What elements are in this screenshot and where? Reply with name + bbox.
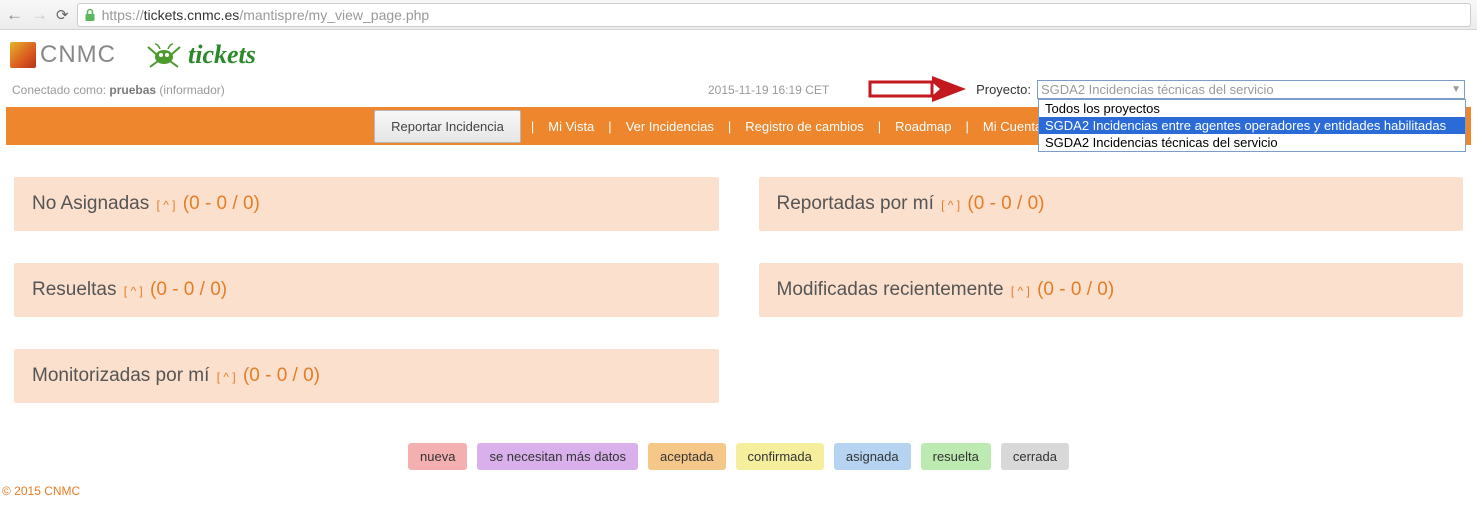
chevron-down-icon: ▼ xyxy=(1451,84,1461,95)
project-option[interactable]: SGDA2 Incidencias técnicas del servicio xyxy=(1039,134,1465,151)
mantis-icon xyxy=(144,41,184,69)
cnmc-logo-text: CNMC xyxy=(40,41,116,69)
box-reportadas[interactable]: Reportadas por mí [ ^ ] (0 - 0 / 0) xyxy=(759,177,1464,231)
legend-confirmada: confirmada xyxy=(736,443,824,470)
project-selector-area: Proyecto: SGDA2 Incidencias técnicas del… xyxy=(976,80,1465,99)
box-no-asignadas[interactable]: No Asignadas [ ^ ] (0 - 0 / 0) xyxy=(14,177,719,231)
legend-aceptada: aceptada xyxy=(648,443,726,470)
url-text: https://tickets.cnmc.es/mantispre/my_vie… xyxy=(102,7,430,23)
cnmc-square-icon xyxy=(10,42,36,68)
collapse-icon[interactable]: [ ^ ] xyxy=(939,198,962,212)
project-select[interactable]: SGDA2 Incidencias técnicas del servicio … xyxy=(1037,80,1465,99)
tickets-logo[interactable]: tickets xyxy=(144,40,256,70)
browser-toolbar: ← → ⟳ https://tickets.cnmc.es/mantispre/… xyxy=(0,0,1477,30)
nav-my-account[interactable]: Mi Cuenta xyxy=(979,119,1046,134)
collapse-icon[interactable]: [ ^ ] xyxy=(155,198,178,212)
project-label: Proyecto: xyxy=(976,82,1031,97)
dashboard-content: No Asignadas [ ^ ] (0 - 0 / 0) Resueltas… xyxy=(0,145,1477,413)
timestamp: 2015-11-19 16:19 CET xyxy=(708,83,829,97)
reload-button[interactable]: ⟳ xyxy=(56,6,69,24)
tickets-logo-text: tickets xyxy=(188,40,256,70)
nav-report-issue-button[interactable]: Reportar Incidencia xyxy=(374,110,521,143)
nav-roadmap[interactable]: Roadmap xyxy=(891,119,955,134)
nav-my-view[interactable]: Mi Vista xyxy=(544,119,598,134)
status-legend: nueva se necesitan más datos aceptada co… xyxy=(0,413,1477,480)
legend-resuelta: resuelta xyxy=(921,443,991,470)
box-monitorizadas[interactable]: Monitorizadas por mí [ ^ ] (0 - 0 / 0) xyxy=(14,349,719,403)
legend-cerrada: cerrada xyxy=(1001,443,1069,470)
legend-nueva: nueva xyxy=(408,443,467,470)
project-selected-value: SGDA2 Incidencias técnicas del servicio xyxy=(1041,82,1274,97)
header: CNMC tickets Conectado como: pruebas (in… xyxy=(0,30,1477,107)
box-resueltas[interactable]: Resueltas [ ^ ] (0 - 0 / 0) xyxy=(14,263,719,317)
address-bar[interactable]: https://tickets.cnmc.es/mantispre/my_vie… xyxy=(77,3,1471,27)
collapse-icon[interactable]: [ ^ ] xyxy=(1009,284,1032,298)
cnmc-logo[interactable]: CNMC xyxy=(10,41,116,69)
box-modificadas[interactable]: Modificadas recientemente [ ^ ] (0 - 0 /… xyxy=(759,263,1464,317)
annotation-arrow-icon xyxy=(868,72,968,108)
legend-asignada: asignada xyxy=(834,443,911,470)
dashboard-left-column: No Asignadas [ ^ ] (0 - 0 / 0) Resueltas… xyxy=(14,177,719,403)
project-option[interactable]: SGDA2 Incidencias entre agentes operador… xyxy=(1039,117,1465,134)
legend-necesitan: se necesitan más datos xyxy=(477,443,638,470)
nav-view-issues[interactable]: Ver Incidencias xyxy=(622,119,718,134)
lock-icon xyxy=(84,8,96,22)
collapse-icon[interactable]: [ ^ ] xyxy=(122,284,145,298)
user-info-line: Conectado como: pruebas (informador) 201… xyxy=(10,80,1467,107)
connected-as: Conectado como: pruebas (informador) xyxy=(12,83,225,97)
nav-changelog[interactable]: Registro de cambios xyxy=(741,119,868,134)
dashboard-right-column: Reportadas por mí [ ^ ] (0 - 0 / 0) Modi… xyxy=(759,177,1464,403)
project-option[interactable]: Todos los proyectos xyxy=(1039,100,1465,117)
project-dropdown-list: Todos los proyectos SGDA2 Incidencias en… xyxy=(1038,99,1466,152)
back-button[interactable]: ← xyxy=(6,5,23,25)
footer: © 2015 CNMC xyxy=(0,480,1477,508)
collapse-icon[interactable]: [ ^ ] xyxy=(215,370,238,384)
forward-button[interactable]: → xyxy=(31,5,48,25)
